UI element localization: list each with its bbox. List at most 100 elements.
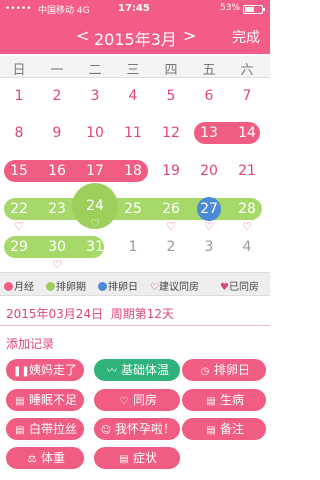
calendar-day[interactable]: 14 [228,123,266,143]
button-label: 排卵日 [213,363,250,377]
symptoms-button[interactable]: ▤ 症状 [94,447,180,469]
battery-percent: 53% [220,3,241,13]
ovulation-dot-icon [46,282,55,291]
calendar-day[interactable]: 26 [152,199,190,219]
pregnant-button[interactable]: ☺ 我怀孕啦！ [94,418,180,440]
button-label: 白带拉丝 [28,422,77,436]
heart-icon: ♡ [90,217,100,230]
weight-button[interactable]: ⚖ 体重 [6,447,84,469]
calendar-day-ovulation[interactable]: 27 [190,199,228,219]
weekday-sun: 日 [12,63,26,78]
calendar-day[interactable]: 6 [190,86,228,106]
calendar-day[interactable]: 13 [190,123,228,143]
button-label: 睡眠不足 [28,393,77,407]
basal-temp-button[interactable]: 〰基础体温 [94,359,180,381]
heart-icon: ♡ [242,220,252,233]
button-label: 生病 [219,393,244,407]
month-title: 2015年3月 [94,30,177,49]
notes-button[interactable]: ▤ 备注 [182,418,266,440]
note-icon: ▤ [206,425,216,436]
heart-outline-icon: ♡ [150,282,159,293]
calendar-day[interactable]: 7 [228,86,266,106]
calendar-day[interactable]: 2 [38,86,76,106]
legend-ovulation-day: 排卵日 [98,278,138,293]
calendar-day[interactable]: 9 [38,123,76,143]
weekday-wed: 三 [126,63,140,78]
done-button[interactable]: 完成 [232,27,260,47]
sleep-button[interactable]: ▤ 睡眠不足 [6,389,84,411]
button-label: 体重 [40,451,65,465]
weekday-header: 日 一 二 三 四 五 六 [0,56,270,78]
calendar-day-next-month[interactable]: 3 [190,237,228,257]
chart-line-icon: 〰 [106,366,117,377]
prev-month-button[interactable]: < [76,26,89,45]
heart-icon: ♡ [166,220,176,233]
calendar-day[interactable]: 29 [0,237,38,257]
weekday-mon: 一 [50,63,64,78]
legend-label: 月经 [14,282,34,293]
legend-ovulation-period: 排卵期 [46,278,86,293]
calendar-day-next-month[interactable]: 4 [228,237,266,257]
battery-icon [243,5,265,14]
legend-period: 月经 [4,278,34,293]
note-icon: ▤ [206,396,216,407]
legend-label: 已同房 [228,282,259,293]
calendar-day[interactable]: 28 [228,199,266,219]
calendar-day[interactable]: 12 [152,123,190,143]
weekday-tue: 二 [88,63,102,78]
calendar-day[interactable]: 21 [228,161,266,181]
calendar-day[interactable]: 8 [0,123,38,143]
calendar-day[interactable]: 17 [76,161,114,181]
calendar-day[interactable]: 4 [114,86,152,106]
calendar-day[interactable]: 23 [38,199,76,219]
legend-label: 排卵日 [108,282,138,293]
legend: 月经 排卵期 排卵日 ♡建议同房 ♥已同房 [0,272,270,296]
note-icon: ▤ [15,425,25,436]
heart-icon: ♡ [52,258,62,271]
selected-date-info: 2015年03月24日 周期第12天 [6,305,174,322]
heart-icon: ♡ [14,220,24,233]
calendar-day-next-month[interactable]: 2 [152,237,190,257]
calendar-day[interactable]: 10 [76,123,114,143]
calendar-day[interactable]: 19 [152,161,190,181]
selected-date: 2015年03月24日 [6,307,104,321]
calendar-day[interactable]: 31 [76,237,114,257]
period-dot-icon [4,282,13,291]
calendar-day[interactable]: 11 [114,123,152,143]
intercourse-button[interactable]: ♡ 同房 [94,389,180,411]
calendar-day-next-month[interactable]: 1 [114,237,152,257]
next-month-button[interactable]: > [183,26,196,45]
calendar-day[interactable]: 18 [114,161,152,181]
calendar-day[interactable]: 15 [0,161,38,181]
carrier-label: 中国移动 4G [38,6,90,16]
button-label: 同房 [132,393,157,407]
button-label: 姨妈走了 [28,363,77,377]
legend-suggest: ♡建议同房 [150,278,199,293]
note-icon: ▤ [15,396,25,407]
legend-label: 排卵期 [56,282,86,293]
discharge-button[interactable]: ▤ 白带拉丝 [6,418,84,440]
calendar-day-selected[interactable]: 24 [76,196,114,216]
button-label: 我怀孕啦！ [114,422,175,436]
ovulation-day-dot-icon [98,282,107,291]
period-end-button[interactable]: ❚❚姨妈走了 [6,359,84,381]
baby-icon: ☺ [100,425,112,436]
sick-button[interactable]: ▤ 生病 [182,389,266,411]
calendar-day[interactable]: 25 [114,199,152,219]
weekday-fri: 五 [202,63,216,78]
scale-icon: ⚖ [27,454,37,465]
status-bar: ••••• 中国移动 4G 17:45 53% [0,0,270,18]
calendar-day[interactable]: 5 [152,86,190,106]
heart-filled-icon: ♥ [220,282,229,293]
calendar-grid: 1 2 3 4 5 6 7 8 9 10 11 12 13 14 15 16 1… [0,78,270,271]
legend-done: ♥已同房 [220,278,259,293]
calendar-day[interactable]: 22 [0,199,38,219]
calendar-day[interactable]: 20 [190,161,228,181]
calendar-day[interactable]: 16 [38,161,76,181]
calendar-day[interactable]: 30 [38,237,76,257]
calendar-day[interactable]: 1 [0,86,38,106]
button-label: 症状 [132,451,157,465]
ovulation-day-button[interactable]: ◷ 排卵日 [182,359,266,381]
button-label: 基础体温 [120,363,169,377]
calendar-day[interactable]: 3 [76,86,114,106]
